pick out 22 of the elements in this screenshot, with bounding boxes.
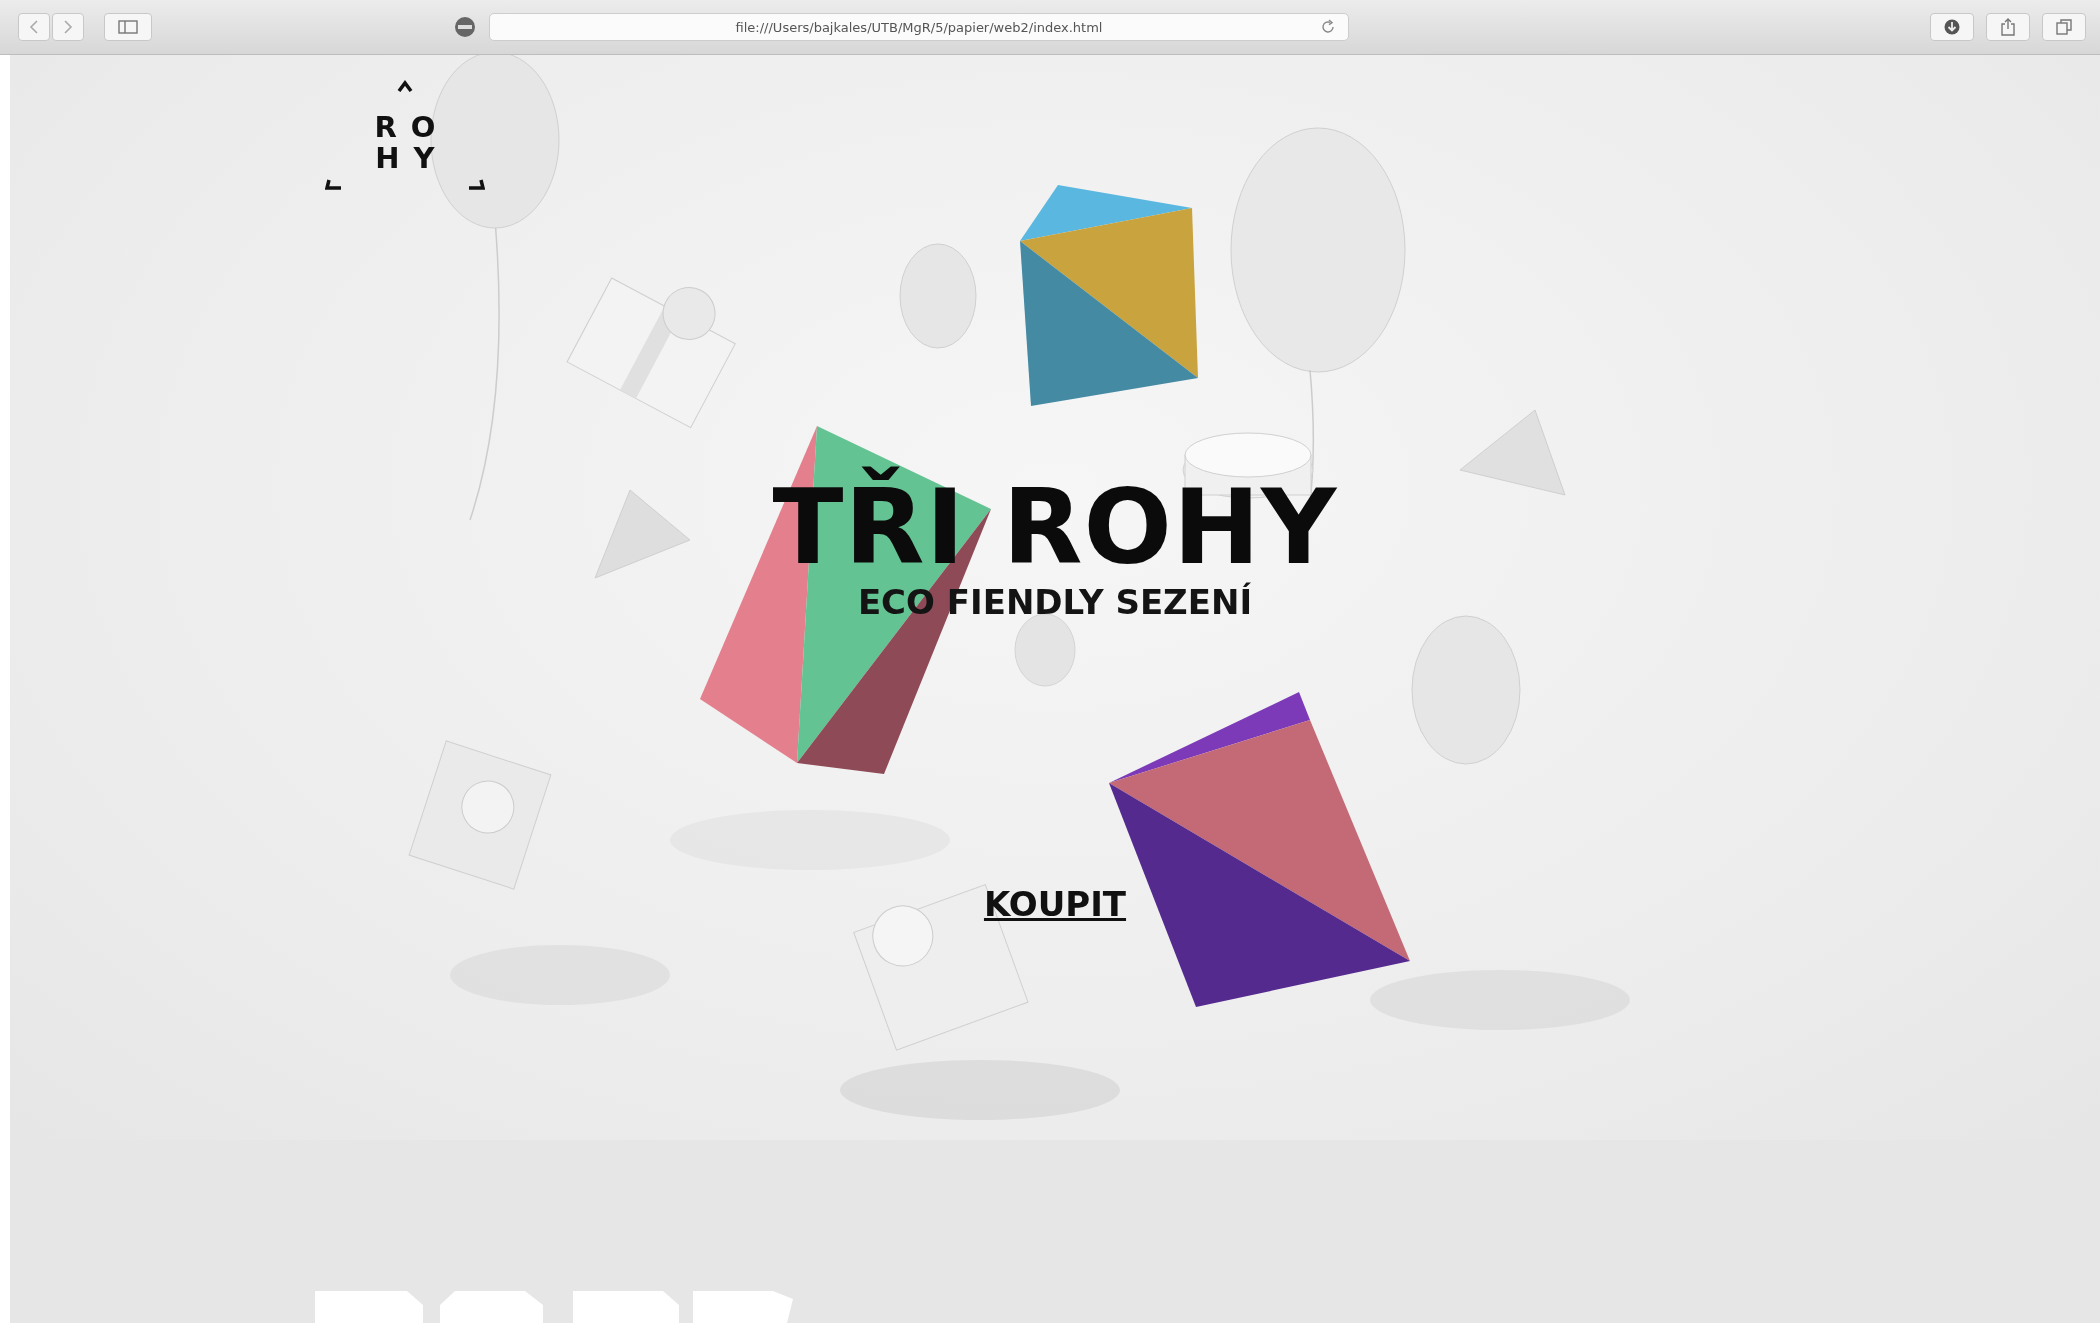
chevron-right-icon — [63, 19, 73, 35]
tabs-icon — [2055, 18, 2073, 36]
buy-link[interactable]: KOUPIT — [983, 883, 1127, 924]
address-bar[interactable]: file:///Users/bajkales/UTB/MgR/5/papier/web2/index.html — [489, 13, 1349, 41]
share-icon — [2000, 17, 2016, 37]
tabs-button[interactable] — [2042, 13, 2086, 41]
download-icon — [1943, 18, 1961, 36]
share-button[interactable] — [1986, 13, 2030, 41]
sidebar-icon — [118, 20, 138, 34]
logo-text: HY — [374, 143, 449, 174]
download-button[interactable] — [1930, 13, 1974, 41]
corner-mark-icon — [467, 178, 485, 190]
back-button[interactable] — [18, 13, 50, 41]
sidebar-button[interactable] — [104, 13, 152, 41]
url-text: file:///Users/bajkales/UTB/MgR/5/papier/web2/index.html — [735, 19, 1103, 35]
corner-mark-icon — [397, 80, 413, 92]
logo-text: RO — [373, 112, 450, 143]
forward-button[interactable] — [52, 13, 84, 41]
chevron-left-icon — [29, 19, 39, 35]
site-icon[interactable] — [453, 15, 477, 39]
reload-icon[interactable] — [1320, 19, 1336, 35]
corner-mark-icon — [325, 178, 343, 190]
